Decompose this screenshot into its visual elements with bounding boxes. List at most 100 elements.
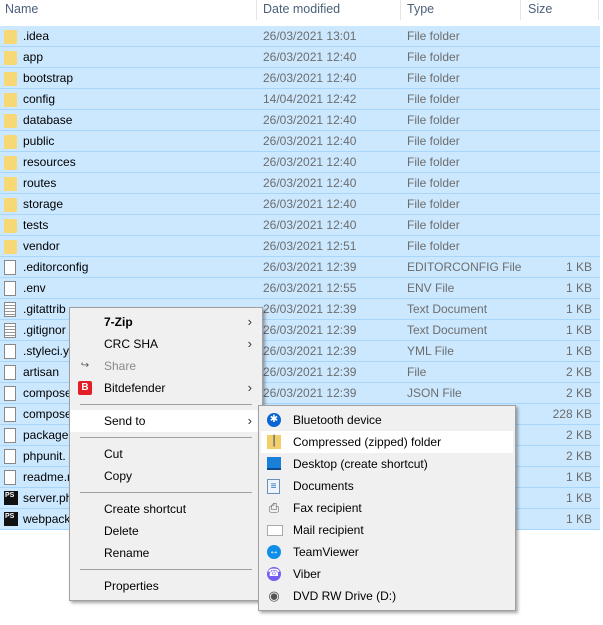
file-type: JSON File: [407, 386, 462, 400]
file-name: .env: [23, 281, 46, 295]
column-type[interactable]: Type: [407, 2, 434, 16]
file-name: storage: [23, 197, 64, 211]
send-to-item[interactable]: Desktop (create shortcut): [261, 453, 513, 475]
phpstorm-file-icon: PS: [4, 491, 18, 505]
file-date: 26/03/2021 12:39: [263, 386, 357, 400]
folder-icon: [4, 30, 17, 44]
file-row[interactable]: tests 26/03/2021 12:40 File folder: [0, 215, 600, 236]
menu-label: Mail recipient: [293, 523, 364, 537]
file-name: database: [23, 113, 73, 127]
file-row[interactable]: bootstrap 26/03/2021 12:40 File folder: [0, 68, 600, 89]
menu-item-copy[interactable]: Copy: [70, 465, 262, 487]
file-row[interactable]: .idea 26/03/2021 13:01 File folder: [0, 26, 600, 47]
send-to-item[interactable]: ↔ TeamViewer: [261, 541, 513, 563]
send-to-item[interactable]: ☎ Viber: [261, 563, 513, 585]
file-row[interactable]: vendor 26/03/2021 12:51 File folder: [0, 236, 600, 257]
file-icon: [4, 428, 16, 443]
file-row[interactable]: public 26/03/2021 12:40 File folder: [0, 131, 600, 152]
column-divider[interactable]: [256, 0, 257, 20]
file-size: 1 KB: [565, 281, 592, 295]
column-header: Name Date modified Type Size: [0, 0, 603, 20]
menu-item-cut[interactable]: Cut: [70, 443, 262, 465]
file-name: bootstrap: [23, 71, 74, 85]
menu-label: Create shortcut: [104, 502, 187, 516]
menu-separator: [80, 569, 252, 570]
menu-item-crc-sha[interactable]: CRC SHA ›: [70, 333, 262, 355]
column-name[interactable]: Name: [5, 2, 38, 16]
file-name: routes: [23, 176, 57, 190]
send-to-item[interactable]: ≡ Documents: [261, 475, 513, 497]
file-type: File folder: [407, 218, 460, 232]
file-name: compose: [23, 407, 72, 421]
send-to-submenu: ✱ Bluetooth device ┃ Compressed (zipped) fo…: [258, 405, 516, 611]
column-divider[interactable]: [598, 0, 599, 20]
file-name: artisan: [23, 365, 60, 379]
file-size: 1 KB: [565, 470, 592, 484]
menu-item-send-to[interactable]: Send to ›: [70, 410, 262, 432]
file-name: .idea: [23, 29, 50, 43]
phpstorm-file-icon: PS: [4, 512, 18, 526]
menu-item-properties[interactable]: Properties: [70, 575, 262, 597]
file-icon: [4, 386, 16, 401]
send-to-item[interactable]: Mail recipient: [261, 519, 513, 541]
file-name: .gitignor: [23, 323, 66, 337]
file-row[interactable]: app 26/03/2021 12:40 File folder: [0, 47, 600, 68]
column-divider[interactable]: [400, 0, 401, 20]
file-row[interactable]: .env 26/03/2021 12:55 ENV File 1 KB: [0, 278, 600, 299]
file-size: 2 KB: [565, 365, 592, 379]
send-to-item[interactable]: ┃ Compressed (zipped) folder: [261, 431, 513, 453]
file-icon: [4, 365, 16, 380]
file-date: 26/03/2021 12:40: [263, 113, 357, 127]
viber-icon: ☎: [267, 567, 281, 581]
chevron-right-icon: ›: [247, 336, 252, 351]
file-type: File folder: [407, 155, 460, 169]
file-date: 26/03/2021 12:40: [263, 71, 357, 85]
menu-item-delete[interactable]: Delete: [70, 520, 262, 542]
file-date: 26/03/2021 12:39: [263, 323, 357, 337]
send-to-item[interactable]: ⎙ Fax recipient: [261, 497, 513, 519]
file-row[interactable]: database 26/03/2021 12:40 File folder: [0, 110, 600, 131]
documents-icon: ≡: [267, 479, 280, 494]
menu-item-create-shortcut[interactable]: Create shortcut: [70, 498, 262, 520]
context-menu: 7-Zip › CRC SHA › ↪ Share B Bitdefender › Sen…: [69, 307, 263, 601]
menu-item-share[interactable]: ↪ Share: [70, 355, 262, 377]
menu-label: Share: [104, 359, 137, 373]
file-name: config: [23, 92, 56, 106]
send-to-item[interactable]: ◉ DVD RW Drive (D:): [261, 585, 513, 607]
column-divider[interactable]: [520, 0, 521, 20]
file-icon: [4, 344, 16, 359]
file-name: tests: [23, 218, 49, 232]
file-row[interactable]: storage 26/03/2021 12:40 File folder: [0, 194, 600, 215]
xml-file-icon: [4, 449, 16, 464]
file-row[interactable]: config 14/04/2021 12:42 File folder: [0, 89, 600, 110]
menu-label: Cut: [104, 447, 123, 461]
folder-icon: [4, 156, 17, 170]
send-to-item[interactable]: ✱ Bluetooth device: [261, 409, 513, 431]
file-date: 26/03/2021 12:40: [263, 134, 357, 148]
column-date[interactable]: Date modified: [263, 2, 340, 16]
file-row[interactable]: routes 26/03/2021 12:40 File folder: [0, 173, 600, 194]
menu-label: TeamViewer: [293, 545, 359, 559]
menu-item-7zip[interactable]: 7-Zip ›: [70, 311, 262, 333]
file-row[interactable]: resources 26/03/2021 12:40 File folder: [0, 152, 600, 173]
menu-label: Delete: [104, 524, 139, 538]
file-type: File folder: [407, 92, 460, 106]
file-type: File: [407, 365, 427, 379]
menu-label: Documents: [293, 479, 354, 493]
text-file-icon: [4, 323, 16, 338]
file-icon: [4, 470, 16, 485]
menu-label: CRC SHA: [104, 337, 159, 351]
chevron-right-icon: ›: [247, 380, 252, 395]
file-name: webpack: [23, 512, 71, 526]
file-type: File folder: [407, 239, 460, 253]
folder-icon: [4, 177, 17, 191]
file-type: Text Document: [407, 323, 488, 337]
file-name: resources: [23, 155, 76, 169]
file-row[interactable]: .editorconfig 26/03/2021 12:39 EDITORCONFI…: [0, 257, 600, 278]
menu-label: 7-Zip: [104, 315, 133, 329]
file-size: 2 KB: [565, 449, 592, 463]
file-size: 2 KB: [565, 428, 592, 442]
menu-item-bitdefender[interactable]: B Bitdefender ›: [70, 377, 262, 399]
menu-item-rename[interactable]: Rename: [70, 542, 262, 564]
column-size[interactable]: Size: [528, 2, 552, 16]
